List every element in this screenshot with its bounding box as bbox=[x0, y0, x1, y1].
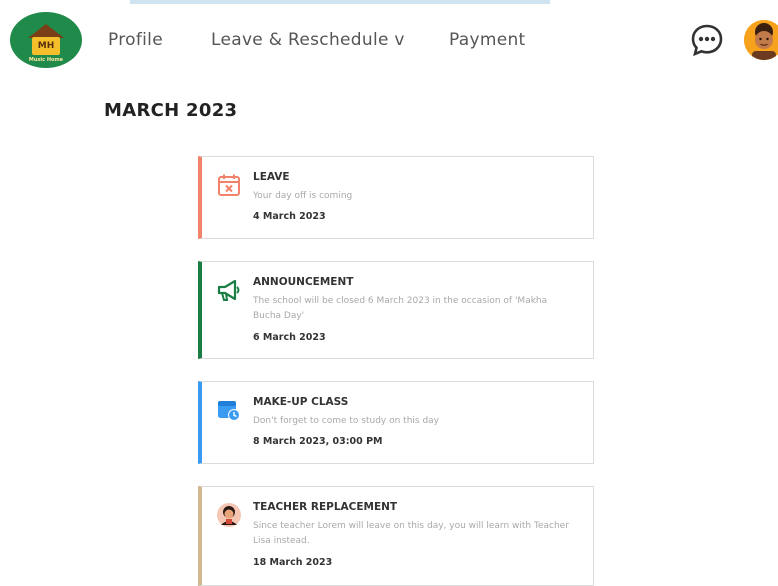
event-title: LEAVE bbox=[253, 171, 290, 183]
logo-roof bbox=[28, 24, 64, 38]
event-date: 8 March 2023, 03:00 PM bbox=[253, 436, 383, 447]
event-card-announcement[interactable]: ANNOUNCEMENT The school will be closed 6… bbox=[198, 261, 594, 359]
nav-leave-reschedule[interactable]: Leave & Reschedule v bbox=[211, 30, 405, 50]
event-title: ANNOUNCEMENT bbox=[253, 276, 354, 288]
event-description: Your day off is coming bbox=[253, 191, 353, 201]
chat-icon[interactable] bbox=[690, 23, 724, 57]
event-title: TEACHER REPLACEMENT bbox=[253, 501, 398, 513]
event-title: MAKE-UP CLASS bbox=[253, 396, 349, 408]
event-description: The school will be closed 6 March 2023 i… bbox=[253, 296, 548, 321]
event-description: Since teacher Lorem will leave on this d… bbox=[253, 521, 569, 546]
logo-subtitle: Music Home bbox=[28, 57, 64, 63]
event-card-teacher-replacement[interactable]: TEACHER REPLACEMENT Since teacher Lorem … bbox=[198, 486, 594, 586]
music-home-logo[interactable]: MH Music Home bbox=[10, 12, 82, 68]
nav-payment[interactable]: Payment bbox=[449, 30, 526, 50]
event-description: Don't forget to come to study on this da… bbox=[253, 416, 440, 426]
megaphone-icon bbox=[216, 277, 242, 303]
navbar: MH Music Home Profile Leave & Reschedule… bbox=[0, 0, 778, 82]
calendar-clock-icon bbox=[216, 397, 242, 423]
month-heading: MARCH 2023 bbox=[104, 100, 238, 121]
user-avatar[interactable] bbox=[744, 20, 778, 60]
teacher-avatar-icon bbox=[216, 502, 242, 528]
event-card-makeup-class[interactable]: MAKE-UP CLASS Don't forget to come to st… bbox=[198, 381, 594, 464]
logo-initials: MH bbox=[32, 37, 60, 55]
nav-profile[interactable]: Profile bbox=[108, 30, 163, 50]
event-date: 18 March 2023 bbox=[253, 557, 333, 568]
event-date: 6 March 2023 bbox=[253, 332, 326, 343]
event-date: 4 March 2023 bbox=[253, 211, 326, 222]
event-card-leave[interactable]: LEAVE Your day off is coming 4 March 202… bbox=[198, 156, 594, 239]
calendar-x-icon bbox=[216, 172, 242, 198]
